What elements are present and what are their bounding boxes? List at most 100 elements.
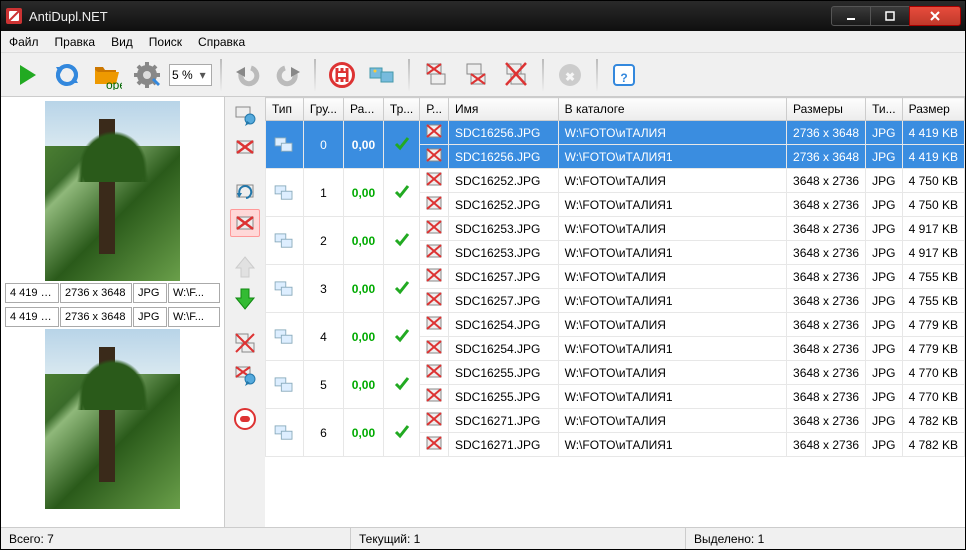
column-header[interactable]: Ти... [866, 98, 903, 121]
action-rotate-button[interactable] [230, 177, 260, 205]
ok-icon [383, 169, 419, 217]
undo-button[interactable] [230, 57, 266, 93]
ok-icon [383, 265, 419, 313]
type-icon [266, 361, 304, 409]
delete-pair-2-button[interactable] [458, 57, 494, 93]
delete-icon[interactable] [420, 385, 449, 409]
menu-view[interactable]: Вид [111, 35, 133, 49]
threshold-value: 5 % [172, 68, 193, 82]
action-move-up[interactable] [230, 253, 260, 281]
action-delete-second[interactable] [230, 209, 260, 237]
menu-help[interactable]: Справка [198, 35, 245, 49]
delete-icon[interactable] [420, 121, 449, 145]
column-header[interactable]: Р... [420, 98, 449, 121]
column-header[interactable]: Тип [266, 98, 304, 121]
delete-both-button[interactable] [498, 57, 534, 93]
file-type: JPG [866, 241, 903, 265]
file-dim: 3648 x 2736 [787, 265, 866, 289]
start-search-button[interactable] [9, 57, 45, 93]
delete-icon[interactable] [420, 193, 449, 217]
delete-pair-1-button[interactable] [418, 57, 454, 93]
delete-icon[interactable] [420, 217, 449, 241]
delete-icon[interactable] [420, 265, 449, 289]
preview-second-path: W:\F... [168, 307, 220, 327]
delete-icon[interactable] [420, 313, 449, 337]
file-dim: 3648 x 2736 [787, 361, 866, 385]
status-selected-label: Выделено: [694, 532, 754, 546]
menu-search[interactable]: Поиск [149, 35, 182, 49]
action-delete-both[interactable] [230, 329, 260, 357]
group-diff: 0,00 [344, 409, 384, 457]
group-diff: 0,00 [344, 313, 384, 361]
group-index: 2 [303, 217, 343, 265]
close-button[interactable] [909, 6, 961, 26]
help-button[interactable]: ? [606, 57, 642, 93]
compare-images-button[interactable] [364, 57, 400, 93]
delete-icon[interactable] [420, 361, 449, 385]
preview-image-second[interactable] [5, 329, 220, 523]
preview-first-path: W:\F... [168, 283, 220, 303]
type-icon [266, 265, 304, 313]
action-delete-first[interactable] [230, 133, 260, 161]
file-type: JPG [866, 385, 903, 409]
settings-button[interactable] [129, 57, 165, 93]
group-index: 0 [303, 121, 343, 169]
group-index: 1 [303, 169, 343, 217]
preview-first-info: 4 419 KB 2736 x 3648 JPG W:\F... [5, 281, 220, 305]
table-row[interactable]: 10,00SDC16252.JPGW:\FOTO\иТАЛИЯ3648 x 27… [266, 169, 965, 193]
stop-button[interactable] [324, 57, 360, 93]
file-name: SDC16254.JPG [449, 337, 559, 361]
column-header[interactable]: Размеры [787, 98, 866, 121]
threshold-select[interactable]: 5 % ▾ [169, 64, 212, 86]
table-row[interactable]: 60,00SDC16271.JPGW:\FOTO\иТАЛИЯ3648 x 27… [266, 409, 965, 433]
delete-icon[interactable] [420, 289, 449, 313]
action-stop[interactable] [230, 405, 260, 433]
column-header[interactable]: В каталоге [558, 98, 786, 121]
file-type: JPG [866, 265, 903, 289]
column-header[interactable]: Гру... [303, 98, 343, 121]
preview-image-first[interactable] [5, 101, 220, 281]
file-type: JPG [866, 145, 903, 169]
column-header[interactable]: Ра... [344, 98, 384, 121]
action-move-down[interactable] [230, 285, 260, 313]
ok-icon [383, 361, 419, 409]
table-row[interactable]: 40,00SDC16254.JPGW:\FOTO\иТАЛИЯ3648 x 27… [266, 313, 965, 337]
column-header[interactable]: Размер [902, 98, 964, 121]
delete-icon[interactable] [420, 409, 449, 433]
status-total: 7 [47, 532, 54, 546]
file-dim: 3648 x 2736 [787, 217, 866, 241]
refresh-button[interactable] [49, 57, 85, 93]
delete-icon[interactable] [420, 433, 449, 457]
results-table-area[interactable]: ТипГру...Ра...Тр...Р...ИмяВ каталогеРазм… [265, 97, 965, 527]
column-header[interactable]: Тр... [383, 98, 419, 121]
file-name: SDC16253.JPG [449, 217, 559, 241]
open-folder-button[interactable]: open [89, 57, 125, 93]
table-row[interactable]: 00,00SDC16256.JPGW:\FOTO\иТАЛИЯ2736 x 36… [266, 121, 965, 145]
menu-file[interactable]: Файл [9, 35, 39, 49]
preview-first-size: 4 419 KB [5, 283, 59, 303]
preview-panel: 4 419 KB 2736 x 3648 JPG W:\F... 4 419 K… [1, 97, 225, 527]
table-row[interactable]: 20,00SDC16253.JPGW:\FOTO\иТАЛИЯ3648 x 27… [266, 217, 965, 241]
action-swap-delete[interactable] [230, 361, 260, 389]
group-diff: 0,00 [344, 217, 384, 265]
delete-icon[interactable] [420, 169, 449, 193]
svg-text:?: ? [620, 71, 627, 85]
menu-edit[interactable]: Правка [55, 35, 96, 49]
chevron-down-icon: ▾ [197, 66, 209, 84]
preview-second-info: 4 419 KB 2736 x 3648 JPG W:\F... [5, 305, 220, 329]
mistake-button[interactable]: ✖ [552, 57, 588, 93]
table-row[interactable]: 30,00SDC16257.JPGW:\FOTO\иТАЛИЯ3648 x 27… [266, 265, 965, 289]
delete-icon[interactable] [420, 145, 449, 169]
maximize-button[interactable] [870, 6, 910, 26]
delete-icon[interactable] [420, 241, 449, 265]
file-size: 4 917 KB [902, 217, 964, 241]
table-row[interactable]: 50,00SDC16255.JPGW:\FOTO\иТАЛИЯ3648 x 27… [266, 361, 965, 385]
statusbar: Всего: 7 Текущий: 1 Выделено: 1 [1, 527, 965, 549]
minimize-button[interactable] [831, 6, 871, 26]
file-name: SDC16257.JPG [449, 265, 559, 289]
redo-button[interactable] [270, 57, 306, 93]
column-header[interactable]: Имя [449, 98, 559, 121]
type-icon [266, 313, 304, 361]
action-auto-button[interactable] [230, 101, 260, 129]
delete-icon[interactable] [420, 337, 449, 361]
